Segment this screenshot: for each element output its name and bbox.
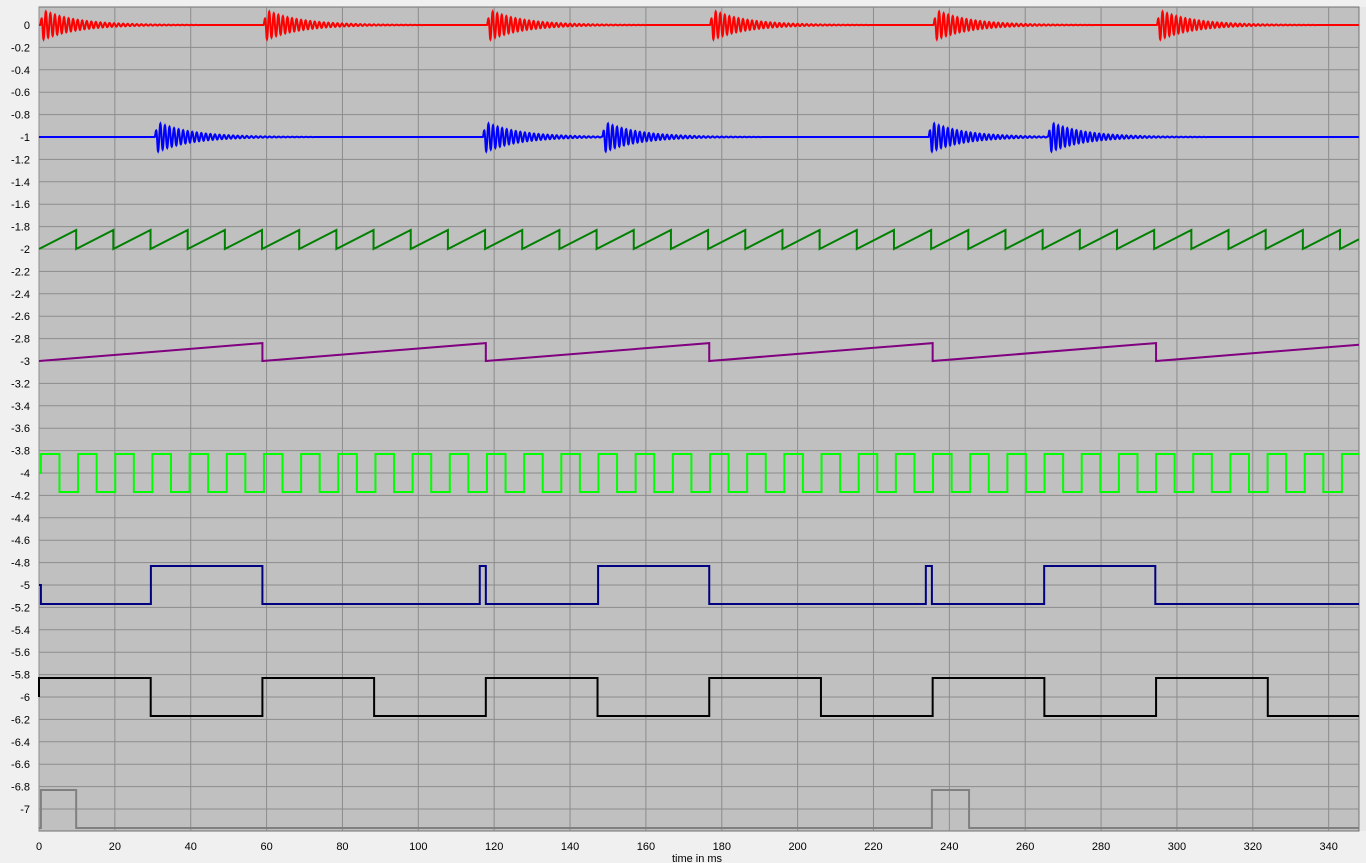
x-tick-label: 260: [1016, 841, 1034, 853]
x-axis-title: time in ms: [672, 853, 723, 863]
x-tick-label: 100: [409, 841, 427, 853]
y-axis-ticks: 0 -0.2 -0.4 -0.6 -0.8 -1 -1.2 -1.4 -1.6 -1.8 -2 -2.…: [11, 20, 30, 816]
y-tick-label: -1.6: [11, 199, 30, 211]
y-tick-label: -5.4: [11, 625, 30, 637]
y-tick-label: -3.4: [11, 401, 30, 413]
y-tick-label: -1.8: [11, 222, 30, 234]
y-tick-label: -0.4: [11, 65, 30, 77]
y-tick-label: -4.8: [11, 558, 30, 570]
y-tick-label: -5: [20, 580, 30, 592]
x-tick-label: 120: [485, 841, 503, 853]
y-tick-label: -3: [20, 356, 30, 368]
x-tick-label: 200: [788, 841, 806, 853]
x-tick-label: 220: [864, 841, 882, 853]
y-tick-label: -2: [20, 244, 30, 256]
x-tick-label: 280: [1092, 841, 1110, 853]
x-tick-label: 0: [36, 841, 42, 853]
waveform-chart: 0 -0.2 -0.4 -0.6 -0.8 -1 -1.2 -1.4 -1.6 -1.8 -2 -2.…: [11, 6, 1366, 863]
y-tick-label: -4.2: [11, 490, 30, 502]
y-tick-label: -5.6: [11, 647, 30, 659]
y-tick-label: -6.4: [11, 737, 30, 749]
y-tick-label: -6: [20, 692, 30, 704]
y-tick-label: -2.4: [11, 289, 30, 301]
x-tick-label: 20: [109, 841, 121, 853]
x-tick-label: 320: [1244, 841, 1262, 853]
x-tick-label: 180: [713, 841, 731, 853]
x-axis-ticks: 0 20 40 60 80 100 120 140 160 180 200 220 240 260 280 3…: [36, 841, 1338, 853]
x-tick-label: 240: [940, 841, 958, 853]
y-tick-label: -6.2: [11, 714, 30, 726]
y-tick-label: -1.4: [11, 177, 30, 189]
y-tick-label: -5.2: [11, 602, 30, 614]
y-tick-label: -1: [20, 132, 30, 144]
x-tick-label: 160: [637, 841, 655, 853]
plot-area: [38, 6, 1360, 832]
x-tick-label: 60: [260, 841, 272, 853]
y-tick-label: -2.6: [11, 311, 30, 323]
x-tick-label: 80: [336, 841, 348, 853]
y-tick-label: -2.2: [11, 266, 30, 278]
y-tick-label: -0.2: [11, 42, 30, 54]
y-tick-label: -3.6: [11, 423, 30, 435]
y-tick-label: -4.6: [11, 535, 30, 547]
x-tick-label: 300: [1168, 841, 1186, 853]
x-tick-label: 340: [1319, 841, 1337, 853]
y-tick-label: -4.4: [11, 513, 30, 525]
y-tick-label: -6.6: [11, 759, 30, 771]
y-tick-label: -6.8: [11, 782, 30, 794]
y-tick-label: -3.2: [11, 378, 30, 390]
y-tick-label: -3.8: [11, 446, 30, 458]
y-tick-label: -0.6: [11, 87, 30, 99]
y-tick-label: 0: [24, 20, 30, 32]
y-tick-label: -1.2: [11, 154, 30, 166]
y-tick-label: -7: [20, 804, 30, 816]
x-tick-label: 40: [185, 841, 197, 853]
y-tick-label: -5.8: [11, 670, 30, 682]
y-tick-label: -4: [20, 468, 30, 480]
right-scrollbar-edge[interactable]: [1360, 7, 1366, 831]
y-tick-label: -2.8: [11, 334, 30, 346]
y-tick-label: -0.8: [11, 110, 30, 122]
x-tick-label: 140: [561, 841, 579, 853]
